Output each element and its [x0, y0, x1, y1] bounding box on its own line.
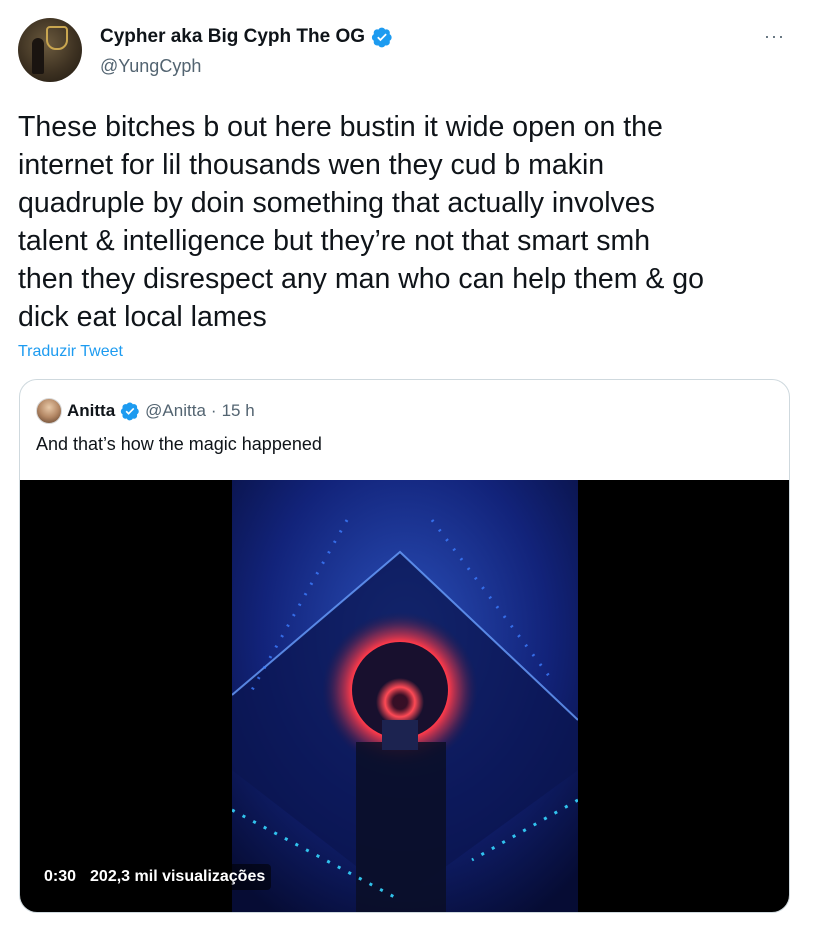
author-handle[interactable]: @YungCyph [100, 56, 201, 77]
verified-badge-icon [121, 402, 139, 421]
tweet-card: Cypher aka Big Cyph The OG @YungCyph ···… [0, 0, 822, 934]
quoted-tweet[interactable]: Anitta @Anitta · 15 h And that’s how the… [19, 379, 790, 913]
tweet-text-line: These bitches b out here bustin it wide … [18, 111, 663, 143]
quoted-separator: · [210, 401, 217, 420]
quoted-text: And that’s how the magic happened [36, 434, 322, 454]
quoted-display-name[interactable]: Anitta [67, 401, 115, 421]
more-icon[interactable]: ··· [764, 26, 785, 47]
author-name-row: Cypher aka Big Cyph The OG [100, 26, 393, 48]
quoted-header: Anitta @Anitta · 15 h [36, 398, 255, 424]
tweet-text-line: then they disrespect any man who can hel… [18, 263, 704, 295]
tweet-text: These bitches b out here bustin it wide … [18, 108, 808, 336]
video-duration: 0:30 [44, 868, 77, 885]
translate-link[interactable]: Traduzir Tweet [18, 343, 123, 361]
video-stats: 0:30 202,3 mil visualizações [38, 864, 272, 890]
avatar-figure [32, 38, 44, 74]
quoted-avatar[interactable] [36, 398, 62, 424]
verified-badge-icon [371, 27, 392, 48]
tweet-text-line: quadruple by doin something that actuall… [18, 187, 655, 219]
author-avatar[interactable] [18, 18, 82, 82]
author-display-name[interactable]: Cypher aka Big Cyph The OG [100, 26, 365, 48]
wb-shield-logo [46, 26, 68, 50]
tweet-text-line: internet for lil thousands wen they cud … [18, 149, 605, 181]
quoted-handle[interactable]: @Anitta [145, 401, 206, 421]
quoted-timestamp[interactable]: 15 h [222, 401, 255, 421]
video-player[interactable]: 0:30 202,3 mil visualizações [20, 480, 789, 912]
video-views: 202,3 mil visualizações [90, 868, 266, 885]
tweet-text-line: talent & intelligence but they’re not th… [18, 225, 651, 257]
video-frame [232, 480, 578, 912]
tweet-text-line: dick eat local lames [18, 301, 267, 333]
